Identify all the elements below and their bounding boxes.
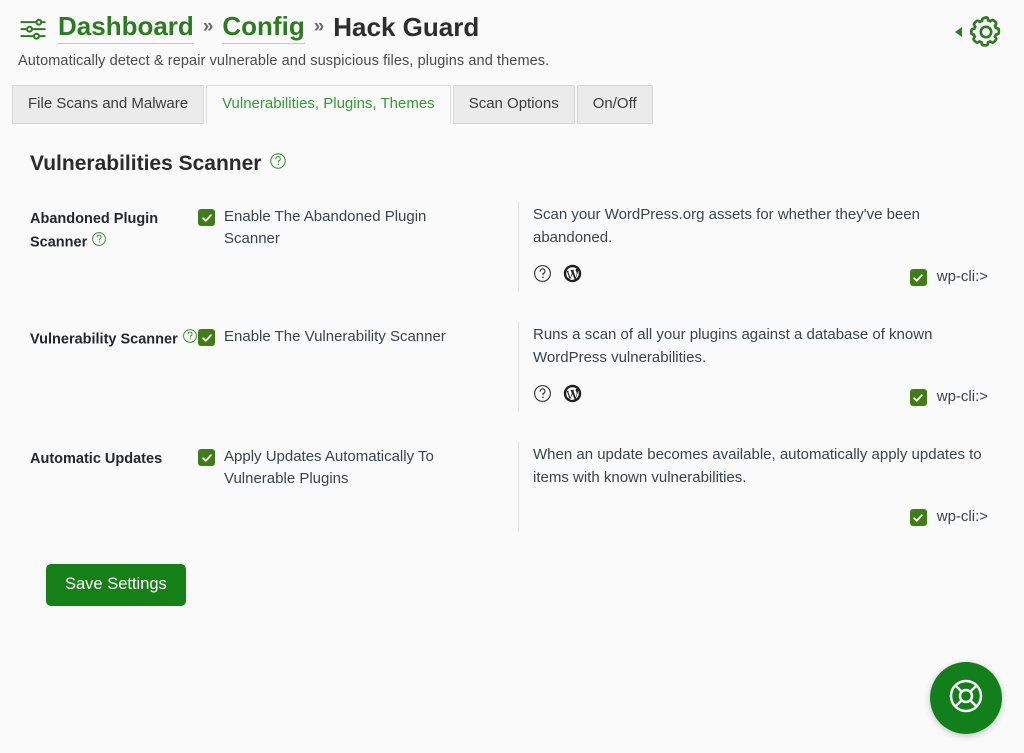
breadcrumb-item-config[interactable]: Config: [222, 11, 305, 44]
save-settings-button[interactable]: Save Settings: [46, 564, 186, 606]
wp-cli-label: wp-cli:>: [936, 267, 988, 285]
setting-row: Abandoned Plugin Scanner Enable The Aban…: [16, 186, 1008, 306]
help-circle-icon[interactable]: [91, 231, 107, 254]
checkbox-checked-icon[interactable]: [909, 509, 927, 527]
caret-left-icon: [954, 25, 964, 44]
checkbox-checked-icon[interactable]: [909, 389, 927, 407]
wp-cli-label: wp-cli:>: [936, 387, 988, 405]
setting-icon-group: [533, 264, 582, 288]
page-title: Vulnerabilities Scanner: [30, 152, 1008, 176]
checkbox-checked-icon[interactable]: [198, 449, 215, 467]
breadcrumb: Dashboard » Config » Hack Guard: [18, 11, 1006, 44]
form-actions: Save Settings: [16, 546, 1008, 606]
tab-file-scans-and-malware[interactable]: File Scans and Malware: [12, 84, 205, 125]
wp-cli-checkbox[interactable]: wp-cli:>: [909, 506, 988, 527]
setting-label-text: Vulnerability Scanner: [30, 331, 178, 348]
enable-vulnerability-scanner-checkbox[interactable]: Enable The Vulnerability Scanner: [198, 326, 518, 347]
tab-on-off[interactable]: On/Off: [576, 84, 653, 125]
wp-cli-checkbox[interactable]: wp-cli:>: [909, 386, 988, 407]
lifebuoy-icon: [946, 676, 986, 721]
setting-footer: wp-cli:>: [533, 503, 988, 529]
page-subtitle: Automatically detect & repair vulnerable…: [18, 52, 550, 69]
setting-row: Vulnerability Scanner Enable The Vulnera…: [16, 306, 1008, 426]
settings-panel: Vulnerabilities Scanner Abandoned Plugin…: [0, 152, 1024, 606]
setting-toggle-column: Apply Updates Automatically To Vulnerabl…: [198, 442, 518, 532]
checkbox-label: Enable The Vulnerability Scanner: [224, 328, 446, 346]
gear-icon: [966, 12, 1006, 57]
setting-label-text: Automatic Updates: [30, 451, 163, 468]
wp-cli-label: wp-cli:>: [936, 507, 988, 525]
breadcrumb-item-current: Hack Guard: [333, 12, 480, 42]
setting-description-column: Runs a scan of all your plugins against …: [518, 322, 1008, 413]
setting-description: Runs a scan of all your plugins against …: [533, 326, 933, 366]
setting-description-column: When an update becomes available, automa…: [518, 442, 1008, 533]
sliders-icon: [18, 13, 48, 43]
tab-vulnerabilities-plugins-themes[interactable]: Vulnerabilities, Plugins, Themes: [206, 84, 451, 125]
checkbox-checked-icon[interactable]: [198, 209, 215, 227]
breadcrumb-item-dashboard[interactable]: Dashboard: [58, 11, 194, 44]
page-header: Dashboard » Config » Hack Guard Automati…: [0, 0, 1024, 69]
checkbox-checked-icon[interactable]: [909, 269, 927, 287]
breadcrumb-separator: »: [202, 16, 214, 38]
checkbox-checked-icon[interactable]: [198, 329, 215, 347]
help-circle-icon[interactable]: [533, 264, 552, 288]
setting-label: Abandoned Plugin Scanner: [16, 202, 198, 292]
help-circle-icon[interactable]: [269, 152, 287, 176]
wp-cli-checkbox[interactable]: wp-cli:>: [909, 266, 988, 287]
setting-description: When an update becomes available, automa…: [533, 446, 982, 486]
setting-description-column: Scan your WordPress.org assets for wheth…: [518, 202, 1008, 293]
setting-label: Vulnerability Scanner: [16, 322, 198, 412]
setting-toggle-column: Enable The Abandoned Plugin Scanner: [198, 202, 518, 292]
setting-icon-group: [533, 384, 582, 408]
settings-gear-button[interactable]: [954, 12, 1006, 57]
setting-description: Scan your WordPress.org assets for wheth…: [533, 206, 920, 246]
support-fab-button[interactable]: [930, 662, 1002, 734]
breadcrumb-separator: »: [313, 16, 325, 38]
setting-toggle-column: Enable The Vulnerability Scanner: [198, 322, 518, 412]
setting-footer: wp-cli:>: [533, 263, 988, 289]
wordpress-icon[interactable]: [563, 384, 582, 408]
enable-abandoned-plugin-scanner-checkbox[interactable]: Enable The Abandoned Plugin Scanner: [198, 206, 518, 249]
wordpress-icon[interactable]: [563, 264, 582, 288]
tab-bar: File Scans and Malware Vulnerabilities, …: [0, 84, 1024, 125]
help-circle-icon[interactable]: [533, 384, 552, 408]
checkbox-label: Enable The Abandoned Plugin Scanner: [224, 208, 427, 247]
section-title-text: Vulnerabilities Scanner: [30, 152, 262, 176]
setting-footer: wp-cli:>: [533, 383, 988, 409]
setting-label: Automatic Updates: [16, 442, 198, 532]
apply-updates-automatically-checkbox[interactable]: Apply Updates Automatically To Vulnerabl…: [198, 446, 518, 489]
setting-row: Automatic Updates Apply Updates Automati…: [16, 426, 1008, 546]
help-circle-icon[interactable]: [182, 328, 198, 351]
checkbox-label: Apply Updates Automatically To Vulnerabl…: [224, 448, 434, 487]
tab-scan-options[interactable]: Scan Options: [452, 84, 575, 125]
